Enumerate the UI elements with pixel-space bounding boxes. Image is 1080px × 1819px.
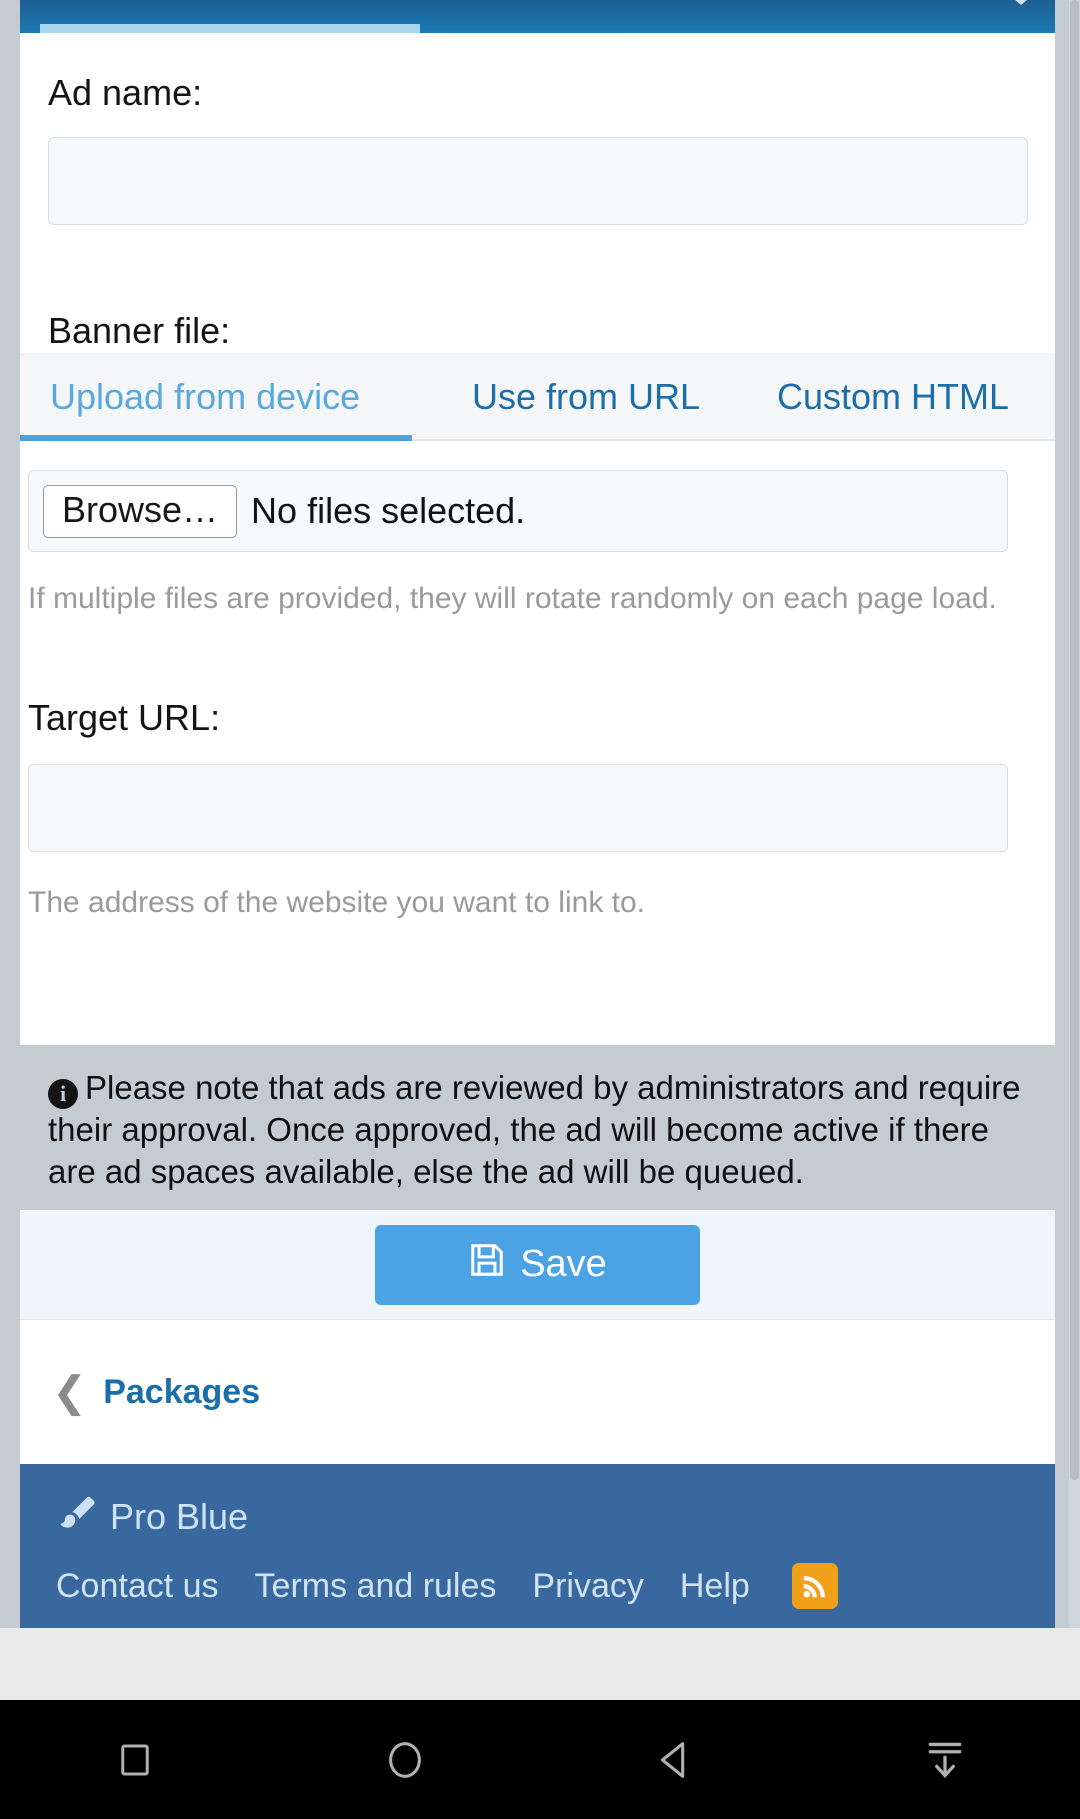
file-status-text: No files selected. <box>251 490 526 531</box>
browser-viewport: Ad name: Banner file: Upload from device… <box>0 0 1080 1700</box>
file-input-box[interactable]: Browse… No files selected. <box>28 470 1008 552</box>
ad-name-label: Ad name: <box>48 72 203 113</box>
info-icon: i <box>48 1079 78 1109</box>
approval-notice: i Please note that ads are reviewed by ad… <box>20 1045 1055 1210</box>
target-url-input[interactable] <box>28 764 1008 852</box>
chevron-left-icon[interactable]: ❮ <box>52 1371 87 1413</box>
target-url-hint: The address of the website you want to l… <box>28 886 646 919</box>
floppy-disk-icon <box>468 1241 506 1289</box>
form-actions-bar: Save <box>20 1210 1055 1320</box>
android-navigation-bar <box>0 1700 1080 1819</box>
tab-upload-from-device[interactable]: Upload from device <box>50 353 360 441</box>
tab-use-from-url[interactable]: Use from URL <box>472 353 700 441</box>
active-tab-underline <box>20 435 412 441</box>
footer-brand[interactable]: Pro Blue <box>56 1492 1055 1541</box>
footer-link-help[interactable]: Help <box>680 1567 750 1606</box>
footer-links: Contact us Terms and rules Privacy Help <box>56 1563 1055 1609</box>
chevron-down-icon[interactable] <box>1008 0 1034 5</box>
banner-file-hint: If multiple files are provided, they wil… <box>28 582 997 615</box>
footer-link-contact-us[interactable]: Contact us <box>56 1567 219 1606</box>
banner-source-tabs: Upload from device Use from URL Custom H… <box>20 353 1055 441</box>
back-button[interactable] <box>540 1700 810 1819</box>
target-url-label: Target URL: <box>28 697 221 738</box>
paintbrush-icon <box>56 1492 96 1541</box>
file-picker-group: Browse… No files selected. <box>28 470 1008 552</box>
header-accent-bar <box>40 24 420 33</box>
page-scrollbar-track[interactable] <box>1069 0 1080 1688</box>
ad-name-field-group: Ad name: <box>48 75 1028 225</box>
tab-custom-html[interactable]: Custom HTML <box>777 353 1009 441</box>
footer-link-privacy[interactable]: Privacy <box>532 1567 643 1606</box>
page-scrollbar-thumb[interactable] <box>1070 0 1079 1480</box>
footer-brand-label: Pro Blue <box>110 1495 249 1537</box>
rss-icon[interactable] <box>791 1563 838 1609</box>
site-header-strip <box>20 0 1055 33</box>
breadcrumb-packages-link[interactable]: Packages <box>103 1373 260 1412</box>
recents-button[interactable] <box>0 1700 270 1819</box>
approval-notice-text: Please note that ads are reviewed by adm… <box>48 1069 1021 1191</box>
browser-bottom-strip <box>0 1628 1080 1700</box>
footer-link-terms-and-rules[interactable]: Terms and rules <box>255 1567 497 1606</box>
browse-button[interactable]: Browse… <box>43 484 238 538</box>
save-button[interactable]: Save <box>375 1224 700 1305</box>
banner-file-label-group: Banner file: <box>48 313 1028 349</box>
target-url-field-group: Target URL: <box>28 700 1008 852</box>
home-button[interactable] <box>270 1700 540 1819</box>
save-button-label: Save <box>520 1243 607 1285</box>
page-gutter-left <box>0 0 20 1700</box>
site-footer: Pro Blue Contact us Terms and rules Priv… <box>20 1464 1055 1628</box>
ad-name-input[interactable] <box>48 137 1028 225</box>
breadcrumb: ❮ Packages <box>20 1320 1055 1464</box>
hide-keyboard-button[interactable] <box>810 1700 1080 1819</box>
banner-file-label: Banner file: <box>48 310 231 351</box>
